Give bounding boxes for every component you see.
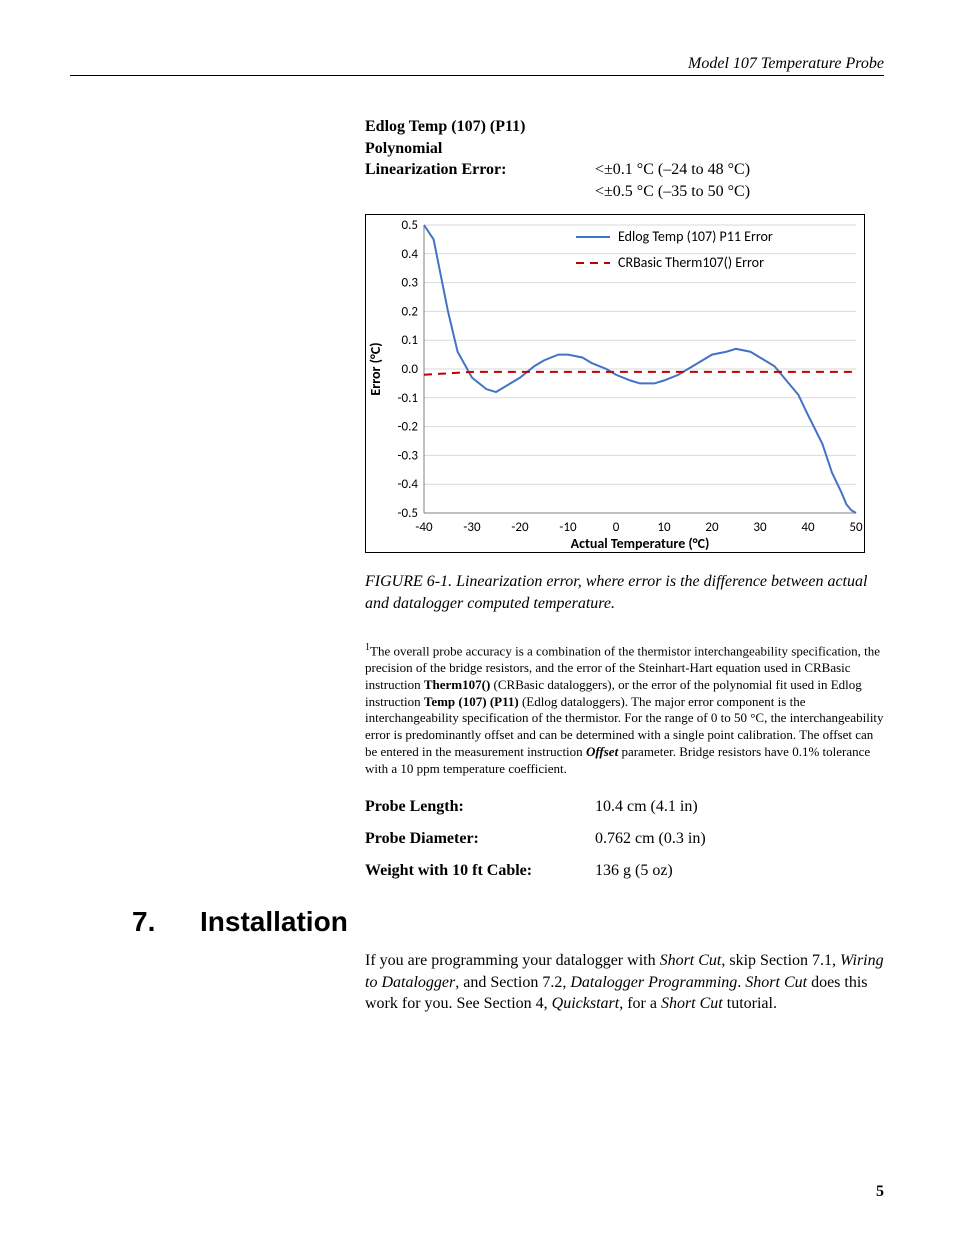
table-row: Weight with 10 ft Cable: 136 g (5 oz) [365,862,884,880]
svg-text:20: 20 [705,520,719,535]
dim-value: 136 g (5 oz) [595,862,673,880]
svg-text:40: 40 [801,520,815,535]
svg-text:Error (°C): Error (°C) [367,343,384,396]
svg-text:0.3: 0.3 [402,276,419,291]
dim-value: 10.4 cm (4.1 in) [595,798,698,816]
svg-text:Edlog Temp (107) P11 Error: Edlog Temp (107) P11 Error [618,228,773,245]
section-heading: 7. Installation [70,906,884,938]
svg-text:0.1: 0.1 [402,334,418,349]
svg-text:-0.4: -0.4 [398,478,419,493]
linearization-error-chart: -0.5 -0.4 -0.3 -0.2 -0.1 0.0 0.1 0.2 0.3 0.4 0.5 -4… [365,214,865,553]
running-header: Model 107 Temperature Probe [70,55,884,76]
header-title: Model 107 Temperature Probe [688,55,884,72]
svg-text:-40: -40 [415,520,433,535]
svg-text:CRBasic Therm107() Error: CRBasic Therm107() Error [618,254,764,271]
spec-block: Edlog Temp (107) (P11) Polynomial Linear… [365,116,884,202]
footnote: 1The overall probe accuracy is a combina… [365,641,884,778]
spec-title-2: Polynomial [365,138,595,160]
svg-text:0.2: 0.2 [402,305,419,320]
svg-text:0.0: 0.0 [402,362,419,377]
dim-label: Probe Length: [365,798,595,816]
spec-value-2: <±0.5 °C (–35 to 50 °C) [595,181,750,203]
svg-text:50: 50 [849,520,863,535]
svg-text:-30: -30 [463,520,481,535]
dim-value: 0.762 cm (0.3 in) [595,830,706,848]
svg-text:-0.1: -0.1 [398,391,418,406]
figure-caption: FIGURE 6-1. Linearization error, where e… [365,571,884,614]
table-row: Probe Diameter: 0.762 cm (0.3 in) [365,830,884,848]
body-paragraph: If you are programming your datalogger w… [365,950,884,1015]
svg-text:-10: -10 [559,520,577,535]
svg-text:-0.2: -0.2 [398,420,419,435]
dim-label: Weight with 10 ft Cable: [365,862,595,880]
svg-text:0.4: 0.4 [402,247,419,262]
content-column: Edlog Temp (107) (P11) Polynomial Linear… [365,116,884,880]
svg-text:0.5: 0.5 [402,218,418,233]
page: Model 107 Temperature Probe Edlog Temp (… [0,0,954,1235]
spec-label: Linearization Error: [365,159,595,181]
page-number: 5 [876,1183,884,1201]
dimensions-block: Probe Length: 10.4 cm (4.1 in) Probe Dia… [365,798,884,880]
spec-value-1: <±0.1 °C (–24 to 48 °C) [595,159,750,181]
section-number: 7. [132,906,200,938]
dim-label: Probe Diameter: [365,830,595,848]
svg-text:-0.3: -0.3 [398,449,419,464]
svg-text:Actual Temperature (°C): Actual Temperature (°C) [571,535,710,552]
svg-text:-20: -20 [511,520,529,535]
svg-text:0: 0 [613,520,620,535]
svg-text:-0.5: -0.5 [398,506,418,521]
spec-title-1: Edlog Temp (107) (P11) [365,116,595,138]
section-title: Installation [200,906,348,938]
svg-text:10: 10 [657,520,671,535]
svg-text:30: 30 [753,520,767,535]
table-row: Probe Length: 10.4 cm (4.1 in) [365,798,884,816]
